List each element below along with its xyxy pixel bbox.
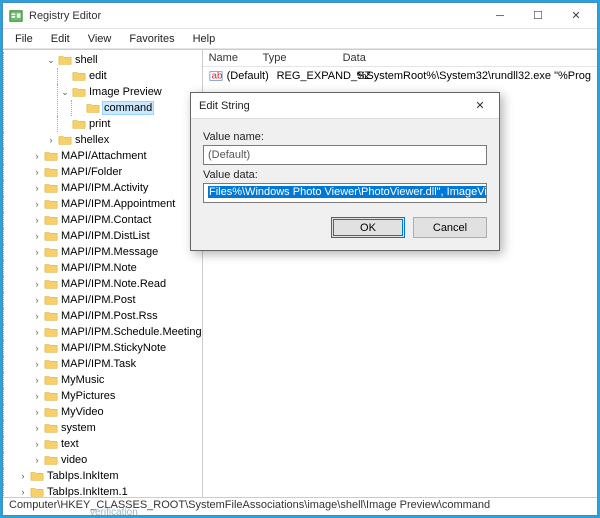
tree-expander[interactable]: › bbox=[31, 454, 43, 466]
col-type[interactable]: Type bbox=[263, 52, 343, 64]
dialog-close-button[interactable]: ✕ bbox=[463, 94, 497, 118]
tree-expander[interactable]: › bbox=[31, 294, 43, 306]
tree-item[interactable]: ›MAPI/IPM.Appointment bbox=[29, 196, 202, 212]
value-data-label: Value data: bbox=[203, 169, 487, 181]
tree-pane[interactable]: ⌄shelledit⌄Image Previewcommandprint›she… bbox=[3, 50, 203, 497]
tree-expander[interactable]: › bbox=[31, 214, 43, 226]
menu-view[interactable]: View bbox=[80, 31, 120, 47]
tree-expander[interactable]: › bbox=[31, 182, 43, 194]
tree-expander[interactable]: › bbox=[17, 486, 29, 497]
tree-expander[interactable]: › bbox=[17, 470, 29, 482]
tree-expander[interactable]: › bbox=[31, 438, 43, 450]
tree-item[interactable]: command bbox=[71, 100, 202, 116]
tree-item[interactable]: ›text bbox=[29, 436, 202, 452]
dialog-title: Edit String bbox=[199, 100, 463, 112]
menu-favorites[interactable]: Favorites bbox=[121, 31, 182, 47]
tree-item[interactable]: ›MAPI/IPM.Activity bbox=[29, 180, 202, 196]
tree-item[interactable]: ›MAPI/IPM.Schedule.Meeting bbox=[29, 324, 202, 340]
watermark-text: verification bbox=[90, 507, 138, 518]
tree-item[interactable]: ›MAPI/IPM.Post bbox=[29, 292, 202, 308]
value-name: (Default) bbox=[227, 70, 277, 82]
col-data[interactable]: Data bbox=[343, 52, 591, 64]
tree-item[interactable]: ›video bbox=[29, 452, 202, 468]
edit-string-dialog[interactable]: Edit String ✕ Value name: Value data: Fi… bbox=[190, 92, 500, 251]
tree-expander[interactable]: › bbox=[31, 230, 43, 242]
tree-item[interactable]: print bbox=[57, 116, 202, 132]
value-name-input[interactable] bbox=[203, 145, 487, 165]
svg-text:ab: ab bbox=[211, 71, 222, 82]
col-name[interactable]: Name bbox=[209, 52, 263, 64]
tree-expander[interactable]: › bbox=[31, 246, 43, 258]
tree-item[interactable]: ›shellex bbox=[43, 132, 202, 148]
dialog-titlebar[interactable]: Edit String ✕ bbox=[191, 93, 499, 119]
maximize-button[interactable]: ☐ bbox=[519, 3, 557, 29]
value-name-label: Value name: bbox=[203, 131, 487, 143]
value-type: REG_EXPAND_SZ bbox=[277, 70, 357, 82]
menu-edit[interactable]: Edit bbox=[43, 31, 78, 47]
titlebar[interactable]: Registry Editor ─ ☐ ✕ bbox=[3, 3, 597, 29]
tree-item[interactable]: ›system bbox=[29, 420, 202, 436]
tree-expander[interactable]: › bbox=[31, 406, 43, 418]
regedit-icon bbox=[9, 9, 23, 23]
tree-expander[interactable]: › bbox=[31, 150, 43, 162]
tree-item[interactable]: ⌄shell bbox=[43, 52, 202, 68]
menu-help[interactable]: Help bbox=[185, 31, 224, 47]
value-data-input[interactable]: Files%\Windows Photo Viewer\PhotoViewer.… bbox=[203, 183, 487, 203]
tree-expander[interactable]: › bbox=[31, 326, 43, 338]
minimize-button[interactable]: ─ bbox=[481, 3, 519, 29]
tree-item[interactable]: ⌄Image Preview bbox=[57, 84, 202, 100]
value-data-selection: Files%\Windows Photo Viewer\PhotoViewer.… bbox=[208, 186, 487, 198]
menu-file[interactable]: File bbox=[7, 31, 41, 47]
tree-item[interactable]: edit bbox=[57, 68, 202, 84]
menubar: File Edit View Favorites Help bbox=[3, 29, 597, 49]
tree-item[interactable]: ›MAPI/IPM.Contact bbox=[29, 212, 202, 228]
ok-button[interactable]: OK bbox=[331, 217, 405, 238]
tree-expander[interactable]: › bbox=[31, 278, 43, 290]
tree-item[interactable]: ›MAPI/IPM.StickyNote bbox=[29, 340, 202, 356]
tree-expander[interactable]: › bbox=[31, 166, 43, 178]
tree-item[interactable]: ›TabIps.InkItem.1 bbox=[15, 484, 202, 497]
tree-item[interactable]: ›MAPI/IPM.Note bbox=[29, 260, 202, 276]
tree-item[interactable]: ›MAPI/Attachment bbox=[29, 148, 202, 164]
tree-expander[interactable]: ⌄ bbox=[59, 86, 71, 98]
tree-item[interactable]: ›MAPI/IPM.Post.Rss bbox=[29, 308, 202, 324]
window-title: Registry Editor bbox=[29, 10, 481, 22]
tree-expander[interactable]: › bbox=[31, 374, 43, 386]
tree-item[interactable]: ›MAPI/IPM.Message bbox=[29, 244, 202, 260]
tree-item[interactable]: ›MAPI/IPM.Task bbox=[29, 356, 202, 372]
tree-item[interactable]: ›MyMusic bbox=[29, 372, 202, 388]
close-button[interactable]: ✕ bbox=[557, 3, 595, 29]
tree-expander[interactable]: ⌄ bbox=[45, 54, 57, 66]
tree-expander[interactable]: › bbox=[31, 342, 43, 354]
list-row[interactable]: ab (Default) REG_EXPAND_SZ %SystemRoot%\… bbox=[203, 67, 597, 85]
tree-item[interactable]: ›MAPI/IPM.DistList bbox=[29, 228, 202, 244]
tree-expander[interactable]: › bbox=[31, 198, 43, 210]
tree-expander[interactable]: › bbox=[31, 390, 43, 402]
column-headers[interactable]: Name Type Data bbox=[203, 50, 597, 67]
registry-editor-window: Registry Editor ─ ☐ ✕ File Edit View Fav… bbox=[2, 2, 598, 516]
tree-item[interactable]: ›MAPI/IPM.Note.Read bbox=[29, 276, 202, 292]
tree-expander[interactable]: › bbox=[31, 358, 43, 370]
tree-expander[interactable]: › bbox=[31, 422, 43, 434]
tree-expander[interactable]: › bbox=[31, 310, 43, 322]
value-data: %SystemRoot%\System32\rundll32.exe "%Pro… bbox=[357, 70, 591, 82]
string-value-icon: ab bbox=[209, 69, 223, 83]
tree-item[interactable]: ›MAPI/Folder bbox=[29, 164, 202, 180]
tree-item[interactable]: ›TabIps.InkItem bbox=[15, 468, 202, 484]
cancel-button[interactable]: Cancel bbox=[413, 217, 487, 238]
tree-item[interactable]: ›MyPictures bbox=[29, 388, 202, 404]
tree-item[interactable]: ›MyVideo bbox=[29, 404, 202, 420]
tree-expander[interactable]: › bbox=[31, 262, 43, 274]
tree-expander[interactable]: › bbox=[45, 134, 57, 146]
